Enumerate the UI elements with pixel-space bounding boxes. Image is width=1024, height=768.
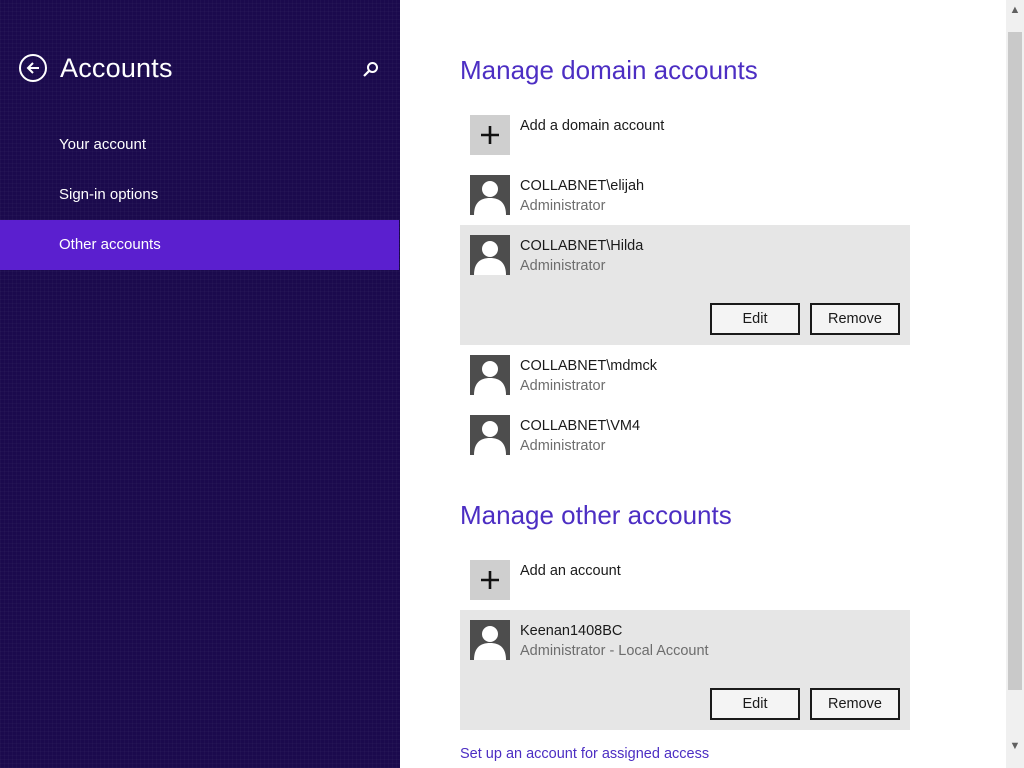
add-domain-account-row[interactable]: Add a domain account — [460, 115, 910, 155]
user-avatar-icon — [470, 355, 510, 395]
vertical-scrollbar[interactable]: ▲ ▼ — [1006, 0, 1024, 768]
assigned-access-link[interactable]: Set up an account for assigned access — [460, 746, 709, 762]
sidebar: Accounts Your account Sign-in options Ot… — [0, 0, 400, 768]
account-name: COLLABNET\Hilda — [520, 238, 644, 254]
search-icon — [363, 62, 378, 77]
account-name: COLLABNET\VM4 — [520, 418, 641, 434]
sidebar-item-your-account[interactable]: Your account — [0, 120, 400, 170]
account-row[interactable]: COLLABNET\elijah Administrator — [460, 175, 910, 215]
add-domain-account-label: Add a domain account — [520, 118, 665, 134]
sidebar-nav: Your account Sign-in options Other accou… — [0, 120, 400, 270]
remove-button[interactable]: Remove — [810, 688, 900, 720]
user-avatar-icon — [470, 415, 510, 455]
section-title-other: Manage other accounts — [460, 500, 732, 530]
plus-icon — [481, 126, 499, 144]
user-avatar-icon — [470, 235, 510, 275]
account-role: Administrator — [520, 378, 606, 394]
scrollbar-thumb[interactable] — [1008, 32, 1022, 690]
sidebar-item-sign-in-options[interactable]: Sign-in options — [0, 170, 400, 220]
user-avatar-icon — [470, 620, 510, 660]
back-button[interactable] — [19, 54, 47, 82]
add-account-label: Add an account — [520, 563, 621, 579]
account-role: Administrator — [520, 198, 606, 214]
sidebar-item-other-accounts[interactable]: Other accounts — [0, 220, 399, 270]
account-row-selected[interactable]: Keenan1408BC Administrator - Local Accou… — [460, 610, 910, 730]
add-account-row[interactable]: Add an account — [460, 560, 910, 600]
account-name: COLLABNET\mdmck — [520, 358, 657, 374]
edit-button[interactable]: Edit — [710, 688, 800, 720]
edit-button[interactable]: Edit — [710, 303, 800, 335]
user-avatar-icon — [470, 175, 510, 215]
account-row[interactable]: COLLABNET\VM4 Administrator — [460, 415, 910, 455]
add-domain-account-button[interactable] — [470, 115, 510, 155]
account-role: Administrator - Local Account — [520, 643, 709, 659]
search-button[interactable] — [362, 61, 380, 79]
page-title: Accounts — [60, 53, 173, 83]
account-name: Keenan1408BC — [520, 623, 623, 639]
add-account-button[interactable] — [470, 560, 510, 600]
scroll-up-icon[interactable]: ▲ — [1006, 2, 1024, 18]
account-row[interactable]: COLLABNET\mdmck Administrator — [460, 355, 910, 395]
back-arrow-icon — [26, 62, 39, 74]
account-role: Administrator — [520, 438, 606, 454]
remove-button[interactable]: Remove — [810, 303, 900, 335]
account-row-selected[interactable]: COLLABNET\Hilda Administrator Edit Remov… — [460, 225, 910, 345]
scroll-down-icon[interactable]: ▼ — [1006, 738, 1024, 754]
account-role: Administrator — [520, 258, 606, 274]
main-content: Manage domain accounts Add a domain acco… — [400, 0, 1006, 768]
plus-icon — [481, 571, 499, 589]
account-name: COLLABNET\elijah — [520, 178, 645, 194]
section-title-domain: Manage domain accounts — [460, 55, 758, 85]
